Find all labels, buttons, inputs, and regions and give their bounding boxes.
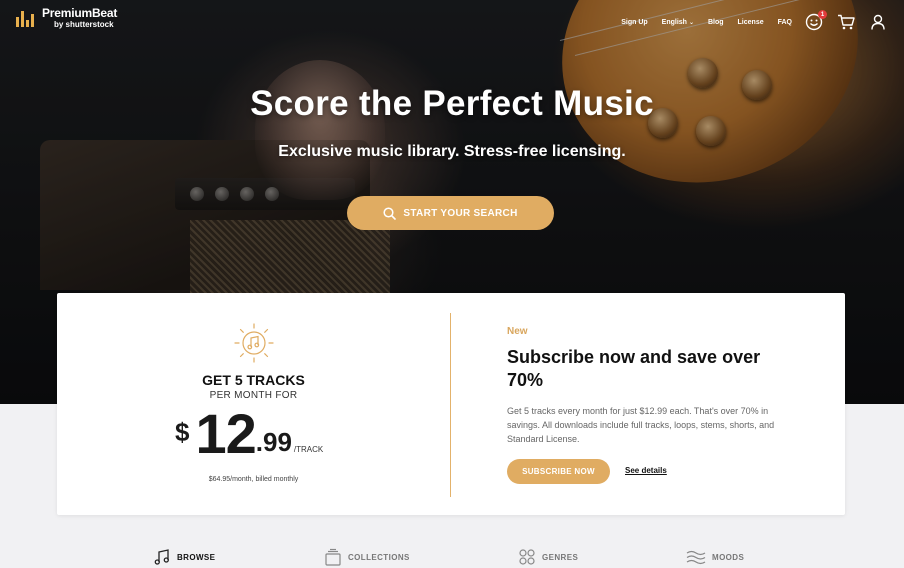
search-icon [383, 206, 397, 220]
premiumbeat-logo[interactable]: PremiumBeat by shutterstock [16, 7, 117, 30]
search-button-label: START YOUR SEARCH [403, 207, 518, 219]
subscribe-now-button[interactable]: SUBSCRIBE NOW [507, 459, 610, 484]
user-icon[interactable] [868, 12, 888, 32]
browse-nav: BROWSE COLLECTIONS GENRES MOODS [0, 548, 904, 568]
language-select[interactable]: English ⌄ [662, 19, 694, 26]
genres-tab[interactable]: GENRES [518, 548, 578, 566]
genres-icon [519, 549, 535, 565]
logo-name: PremiumBeat [42, 6, 118, 20]
logo-bars-icon [16, 9, 36, 27]
genres-tab-label: GENRES [542, 552, 579, 562]
chevron-down-icon: ⌄ [688, 19, 694, 26]
price-whole: 12 [195, 402, 256, 465]
browse-tab-label: BROWSE [177, 552, 216, 562]
price-cents: .99 [255, 427, 292, 457]
moods-tab[interactable]: MOODS [686, 548, 744, 566]
card-divider [450, 313, 451, 497]
offer-per-month: PER MONTH FOR [209, 390, 298, 401]
new-label: New [507, 326, 528, 337]
collections-icon [325, 548, 341, 566]
offer-card: GET 5 TRACKS PER MONTH FOR $ 12 .99 /TRA… [57, 293, 845, 515]
billing-note: $64.95/month, billed monthly [208, 476, 299, 483]
sign-up-link[interactable]: Sign Up [621, 19, 647, 26]
smiley-notification-icon[interactable]: 1 [804, 10, 827, 32]
subscribe-description: Get 5 tracks every month for just $12.99… [507, 406, 775, 444]
price-panel: GET 5 TRACKS PER MONTH FOR $ 12 .99 /TRA… [57, 293, 450, 515]
see-details-link[interactable]: See details [625, 466, 667, 475]
collections-tab-label: COLLECTIONS [348, 552, 410, 562]
top-nav: Sign Up English ⌄ Blog License FAQ 1 [607, 10, 888, 32]
moods-tab-label: MOODS [712, 552, 745, 562]
subscribe-title: Subscribe now and save over 70% [507, 347, 761, 390]
logo-sub: by shutterstock [54, 20, 114, 29]
hero-title: Score the Perfect Music [250, 84, 654, 123]
price-display: $ 12 .99 /TRACK [175, 406, 323, 462]
faq-link[interactable]: FAQ [778, 19, 792, 26]
music-note-sunburst-icon [234, 323, 274, 363]
offer-headline: GET 5 TRACKS [202, 372, 305, 388]
language-label: English [661, 18, 687, 26]
subscribe-panel: New Subscribe now and save over 70% Get … [507, 293, 807, 515]
notification-badge: 1 [818, 10, 827, 19]
license-link[interactable]: License [738, 19, 764, 26]
browse-tab[interactable]: BROWSE [153, 548, 215, 566]
collections-tab[interactable]: COLLECTIONS [324, 548, 410, 566]
start-search-button[interactable]: START YOUR SEARCH [347, 196, 554, 230]
cart-icon[interactable] [836, 12, 856, 32]
blog-link[interactable]: Blog [708, 19, 724, 26]
price-unit: /TRACK [293, 445, 324, 454]
moods-icon [686, 550, 706, 565]
music-note-icon [154, 549, 169, 565]
price-currency: $ [175, 417, 190, 447]
hero-subtitle: Exclusive music library. Stress-free lic… [278, 143, 626, 160]
